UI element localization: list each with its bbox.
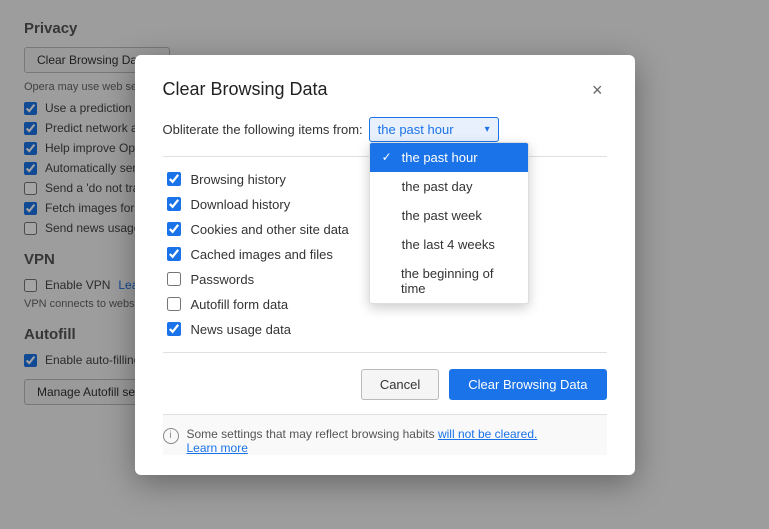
modal-footer: Cancel Clear Browsing Data: [163, 369, 607, 400]
modal-header: Clear Browsing Data ×: [163, 79, 607, 101]
browsing-history-checkbox[interactable]: [167, 172, 181, 186]
time-range-dropdown[interactable]: the past hour ▾: [369, 117, 499, 142]
modal-subtitle: Obliterate the following items from: the…: [163, 117, 607, 142]
cookies-checkbox[interactable]: [167, 222, 181, 236]
time-range-dropdown-list: ✓ the past hour the past day the past we…: [369, 142, 529, 304]
will-not-be-cleared-link[interactable]: will not be cleared.: [438, 427, 537, 441]
dropdown-option-last-4-weeks[interactable]: the last 4 weeks: [370, 230, 528, 259]
cached-images-checkbox[interactable]: [167, 247, 181, 261]
dropdown-option-past-day[interactable]: the past day: [370, 172, 528, 201]
close-modal-button[interactable]: ×: [588, 79, 607, 101]
autofill-form-checkbox[interactable]: [167, 297, 181, 311]
cancel-button[interactable]: Cancel: [361, 369, 439, 400]
modal-info-section: i Some settings that may reflect browsin…: [163, 414, 607, 455]
news-usage-row: News usage data: [163, 317, 607, 342]
download-history-checkbox[interactable]: [167, 197, 181, 211]
clear-browsing-modal: Clear Browsing Data × Obliterate the fol…: [135, 55, 635, 475]
time-range-dropdown-wrapper: the past hour ▾ ✓ the past hour the past…: [369, 117, 499, 142]
modal-title: Clear Browsing Data: [163, 79, 328, 100]
dropdown-option-past-week[interactable]: the past week: [370, 201, 528, 230]
dropdown-option-beginning-of-time[interactable]: the beginning of time: [370, 259, 528, 303]
info-learn-more-link[interactable]: Learn more: [187, 441, 248, 455]
modal-overlay: Clear Browsing Data × Obliterate the fol…: [0, 0, 769, 529]
clear-browsing-data-button[interactable]: Clear Browsing Data: [449, 369, 606, 400]
dropdown-option-past-hour[interactable]: ✓ the past hour: [370, 143, 528, 172]
info-icon: i: [163, 428, 179, 444]
passwords-checkbox[interactable]: [167, 272, 181, 286]
news-usage-checkbox[interactable]: [167, 322, 181, 336]
modal-info-text: Some settings that may reflect browsing …: [187, 427, 538, 455]
check-icon: ✓: [382, 150, 396, 164]
chevron-down-icon: ▾: [485, 124, 490, 135]
